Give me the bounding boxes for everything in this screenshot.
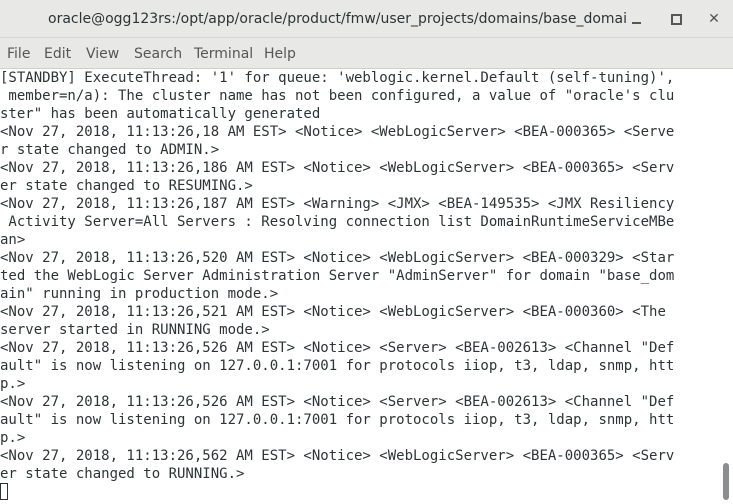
minimize-button[interactable] (625, 8, 647, 30)
terminal-line: <Nov 27, 2018, 11:13:26,18 AM EST> <Noti… (0, 124, 675, 140)
terminal-line: ault" is now listening on 127.0.0.1:7001… (0, 358, 675, 374)
terminal-line: <Nov 27, 2018, 11:13:26,526 AM EST> <Not… (0, 340, 675, 356)
terminal-line: p.> (0, 430, 26, 446)
terminal-line: an> (0, 232, 26, 248)
close-icon: ✕ (708, 11, 720, 27)
terminal-cursor (0, 483, 8, 500)
terminal-line: ault" is now listening on 127.0.0.1:7001… (0, 412, 675, 428)
terminal-line: er state changed to RESUMING.> (0, 178, 253, 194)
terminal-line: [STANDBY] ExecuteThread: '1' for queue: … (0, 70, 675, 86)
minimize-icon (631, 22, 641, 24)
terminal-line: ain" running in production mode.> (0, 286, 279, 302)
terminal-line: ted the WebLogic Server Administration S… (0, 268, 675, 284)
terminal-line: <Nov 27, 2018, 11:13:26,520 AM EST> <Not… (0, 250, 675, 266)
terminal-line: <Nov 27, 2018, 11:13:26,526 AM EST> <Not… (0, 394, 675, 410)
menu-view[interactable]: View (86, 46, 119, 62)
terminal-window: oracle@ogg123rs:/opt/app/oracle/product/… (0, 0, 733, 504)
terminal-output[interactable]: [STANDBY] ExecuteThread: '1' for queue: … (0, 69, 719, 504)
terminal-line: <Nov 27, 2018, 11:13:26,186 AM EST> <Not… (0, 160, 675, 176)
terminal-line: member=n/a): The cluster name has not be… (0, 88, 675, 104)
terminal-line: <Nov 27, 2018, 11:13:26,187 AM EST> <War… (0, 196, 675, 212)
maximize-icon (670, 13, 682, 25)
terminal-line: er state changed to RUNNING.> (0, 466, 245, 482)
menu-help[interactable]: Help (264, 46, 296, 62)
close-button[interactable]: ✕ (703, 8, 725, 30)
terminal-line: <Nov 27, 2018, 11:13:26,521 AM EST> <Not… (0, 304, 666, 320)
terminal-line: r state changed to ADMIN.> (0, 142, 220, 158)
terminal-line: p.> (0, 376, 26, 392)
menu-bar: File Edit View Search Terminal Help (0, 38, 733, 69)
scrollbar-thumb[interactable] (723, 463, 729, 500)
terminal-line: <Nov 27, 2018, 11:13:26,562 AM EST> <Not… (0, 448, 675, 464)
maximize-button[interactable] (665, 8, 687, 30)
terminal-line: ster" has been automatically generated (0, 106, 321, 122)
window-title: oracle@ogg123rs:/opt/app/oracle/product/… (48, 11, 628, 27)
menu-edit[interactable]: Edit (44, 46, 71, 62)
menu-terminal[interactable]: Terminal (194, 46, 253, 62)
menu-search[interactable]: Search (134, 46, 182, 62)
title-bar[interactable]: oracle@ogg123rs:/opt/app/oracle/product/… (0, 0, 733, 38)
terminal-scrollbar[interactable] (719, 69, 733, 504)
menu-file[interactable]: File (7, 46, 30, 62)
terminal-line: Activity Server=All Servers : Resolving … (0, 214, 675, 230)
terminal-line: server started in RUNNING mode.> (0, 322, 270, 338)
